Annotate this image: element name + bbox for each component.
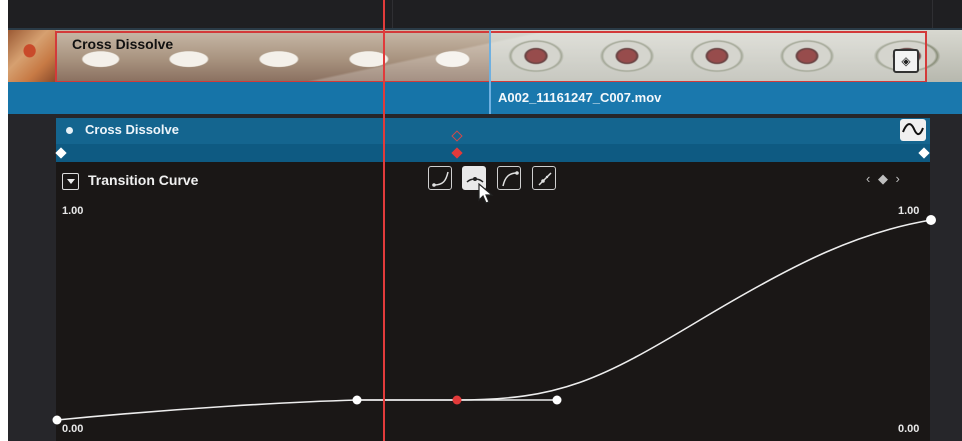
bezier-handle-left bbox=[352, 395, 362, 405]
curve-start-point bbox=[52, 415, 62, 425]
playhead[interactable] bbox=[383, 0, 385, 441]
transition-curve-graph[interactable] bbox=[0, 0, 962, 441]
curve-end-point bbox=[926, 215, 936, 225]
transition-curve bbox=[56, 219, 932, 421]
bezier-handle-right bbox=[552, 395, 562, 405]
timeline-editor: Cross Dissolve ◈ A002_11161247_C007.mov … bbox=[0, 0, 962, 441]
selected-curve-point bbox=[452, 395, 462, 405]
